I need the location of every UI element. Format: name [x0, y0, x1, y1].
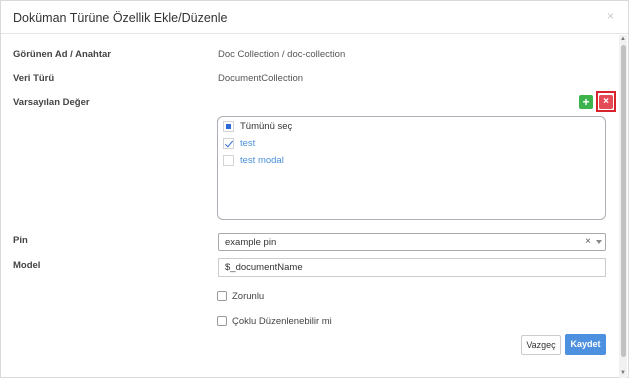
list-item-label: test: [240, 138, 256, 149]
data-type-label: Veri Türü: [13, 73, 55, 84]
cancel-button[interactable]: Vazgeç: [521, 335, 561, 355]
close-icon[interactable]: ×: [607, 9, 614, 23]
modal-dialog: Doküman Türüne Özellik Ekle/Düzenle × ▲ …: [0, 0, 629, 378]
pin-selected-value: example pin: [225, 237, 277, 248]
remove-icon: ×: [603, 96, 609, 107]
scroll-up-icon[interactable]: ▲: [619, 35, 627, 43]
list-item-label: test modal: [240, 155, 284, 166]
required-label: Zorunlu: [232, 291, 265, 302]
default-value-listbox[interactable]: Tümünü seç test test modal: [217, 116, 606, 220]
save-button[interactable]: Kaydet: [565, 334, 606, 355]
modal-header: Doküman Türüne Özellik Ekle/Düzenle ×: [1, 1, 628, 34]
list-item-label: Tümünü seç: [240, 121, 293, 132]
checkbox-unchecked-icon[interactable]: [223, 155, 234, 166]
scrollbar-thumb[interactable]: [621, 45, 626, 357]
model-input[interactable]: [218, 258, 606, 277]
multi-editable-checkbox[interactable]: [217, 316, 227, 326]
chevron-down-icon[interactable]: [596, 240, 602, 244]
clear-icon[interactable]: ×: [585, 236, 591, 247]
add-default-button[interactable]: +: [579, 95, 593, 109]
multi-editable-label: Çoklu Düzenlenebilir mi: [232, 316, 332, 327]
default-value-label: Varsayılan Değer: [13, 97, 90, 108]
pin-select[interactable]: example pin ×: [218, 233, 606, 251]
scroll-down-icon[interactable]: ▼: [619, 369, 627, 377]
checkbox-partial-icon[interactable]: [223, 121, 234, 132]
required-checkbox[interactable]: [217, 291, 227, 301]
data-type-value: DocumentCollection: [218, 73, 304, 84]
plus-icon: +: [582, 95, 590, 109]
remove-default-button[interactable]: ×: [599, 95, 613, 109]
pin-label: Pin: [13, 235, 28, 246]
checkbox-checked-icon[interactable]: [223, 138, 234, 149]
display-name-label: Görünen Ad / Anahtar: [13, 49, 111, 60]
model-label: Model: [13, 260, 41, 271]
modal-title: Doküman Türüne Özellik Ekle/Düzenle: [13, 11, 228, 25]
display-name-value: Doc Collection / doc-collection: [218, 49, 346, 60]
